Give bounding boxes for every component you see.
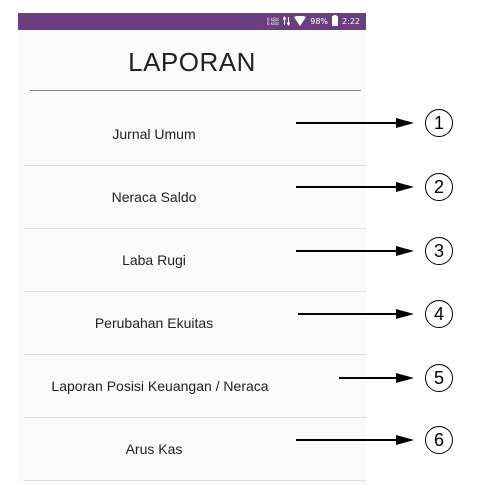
clock: 2:22 [342, 17, 360, 26]
battery-icon [332, 15, 339, 28]
callout-number-6: 6 [425, 426, 453, 454]
battery-percent: 98% [310, 17, 329, 26]
menu-divider [24, 165, 366, 166]
menu-item-label: Arus Kas [125, 441, 183, 457]
annotation-arrow-6 [296, 435, 414, 445]
annotation-arrow-2 [296, 182, 414, 192]
menu-item-neraca-saldo[interactable]: Neraca Saldo [24, 167, 366, 229]
menu-item-label: Laba Rugi [122, 252, 186, 268]
page-title: LAPORAN [128, 47, 256, 77]
menu-divider [24, 354, 366, 355]
callout-number-5: 5 [425, 364, 453, 392]
menu-item-laba-rugi[interactable]: Laba Rugi [24, 230, 366, 292]
annotation-arrow-1 [296, 118, 414, 128]
callout-number-2: 2 [425, 173, 453, 201]
menu-item-label: Perubahan Ekuitas [94, 315, 214, 331]
menu-item-arus-kas[interactable]: Arus Kas [24, 419, 366, 481]
callout-number-1: 1 [425, 109, 453, 137]
menu-item-jurnal-umum[interactable]: Jurnal Umum [24, 104, 366, 166]
annotation-arrow-5 [339, 373, 414, 383]
status-bar: 0 kB/s 0 kB/s 98% 2:22 [18, 13, 366, 30]
network-speed: 0 kB/s 0 kB/s [266, 17, 280, 26]
wifi-icon [294, 15, 307, 28]
menu-divider [24, 480, 366, 481]
menu-divider [24, 228, 366, 229]
menu-item-perubahan-ekuitas[interactable]: Perubahan Ekuitas [24, 293, 366, 355]
menu-item-label: Laporan Posisi Keuangan / Neraca [51, 378, 269, 394]
data-arrows-icon [282, 15, 291, 28]
menu-item-label: Jurnal Umum [112, 126, 196, 142]
net-down-speed: 0 kB/s [266, 20, 280, 26]
title-divider [30, 90, 361, 91]
menu-item-label: Neraca Saldo [111, 189, 197, 205]
annotation-arrow-4 [298, 309, 414, 319]
callout-number-3: 3 [425, 237, 453, 265]
menu-divider [24, 417, 366, 418]
menu-divider [24, 291, 366, 292]
annotation-arrow-3 [296, 246, 414, 256]
status-icons: 0 kB/s 0 kB/s 98% 2:22 [267, 13, 360, 30]
callout-number-4: 4 [425, 300, 453, 328]
menu-item-laporan-posisi-keuangan[interactable]: Laporan Posisi Keuangan / Neraca [24, 356, 366, 418]
